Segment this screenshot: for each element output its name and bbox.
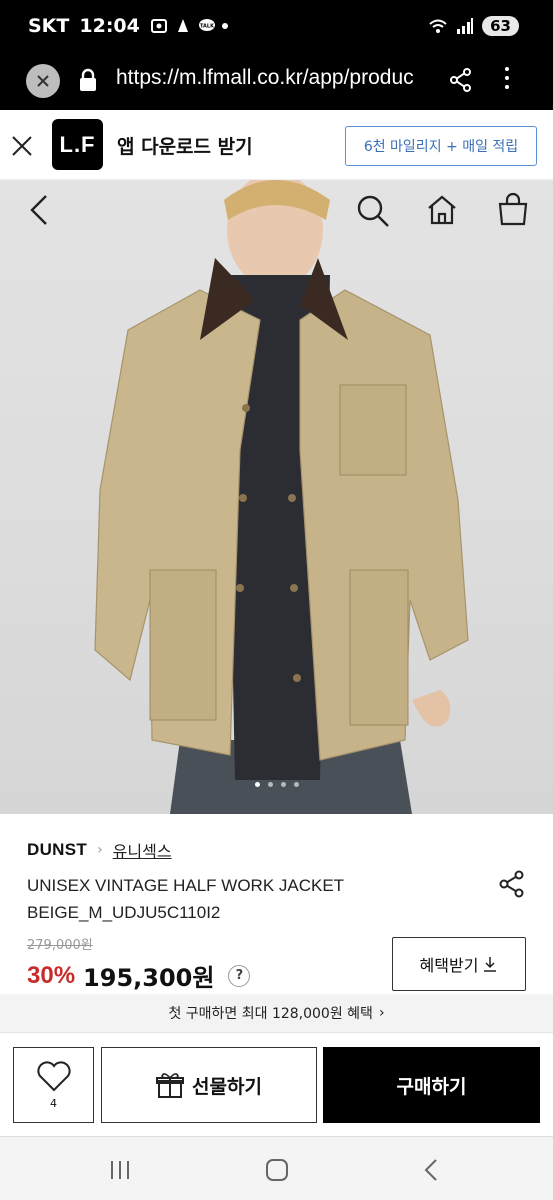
buy-button[interactable]: 구매하기 <box>323 1047 540 1123</box>
category-link[interactable]: 유니섹스 <box>113 838 172 862</box>
chevron-right-icon: › <box>378 1005 385 1021</box>
back-icon[interactable] <box>28 194 52 226</box>
android-navigation-bar <box>0 1136 553 1200</box>
gift-icon <box>156 1073 185 1098</box>
model-jacket-photo <box>94 180 469 814</box>
close-tab-button[interactable] <box>26 64 60 98</box>
like-button[interactable]: 4 <box>13 1047 94 1123</box>
sale-price: 195,300원 <box>83 964 215 992</box>
product-title: UNISEX VINTAGE HALF WORK JACKET BEIGE_M_… <box>27 876 344 922</box>
chevron-right-icon: › <box>97 842 103 858</box>
status-left: SKT 12:04 TALK <box>28 15 228 37</box>
url-field[interactable]: https://m.lfmall.co.kr/app/produc <box>116 66 432 90</box>
home-icon[interactable] <box>426 194 458 226</box>
brand-name[interactable]: DUNST <box>27 840 87 860</box>
notification-icons: TALK <box>150 17 228 35</box>
system-back-button[interactable] <box>422 1158 442 1182</box>
home-button[interactable] <box>266 1159 288 1181</box>
discount-rate: 30% <box>27 961 76 989</box>
recents-button[interactable] <box>111 1161 129 1179</box>
wifi-icon <box>429 19 447 33</box>
gift-button[interactable]: 선물하기 <box>101 1047 317 1123</box>
clock: 12:04 <box>79 15 140 37</box>
first-purchase-banner[interactable]: 첫 구매하면 최대 128,000원 혜택 › <box>0 994 553 1032</box>
lock-icon <box>80 68 96 91</box>
download-icon <box>484 957 497 972</box>
image-carousel-indicator <box>0 782 553 787</box>
benefit-button[interactable]: 혜택받기 <box>392 937 526 991</box>
talk-icon: TALK <box>198 19 215 31</box>
screenshot-icon <box>150 19 167 33</box>
product-image[interactable] <box>0 180 553 814</box>
app-notification-icon <box>177 19 188 32</box>
app-download-text[interactable]: 앱 다운로드 받기 <box>117 132 253 159</box>
gift-button-label: 선물하기 <box>192 1075 262 1098</box>
share-icon[interactable] <box>448 67 474 93</box>
more-notifications-dot <box>221 23 228 29</box>
app-download-banner: L.F 앱 다운로드 받기 6천 마일리지 + 매일 적립 <box>0 110 553 180</box>
price-help-icon[interactable]: ? <box>228 964 251 987</box>
close-banner-icon[interactable] <box>10 134 34 158</box>
brand-row: DUNST › 유니섹스 <box>27 838 172 862</box>
first-purchase-text: 첫 구매하면 최대 128,000원 혜택 <box>168 1006 373 1022</box>
more-menu-button[interactable] <box>505 67 509 89</box>
carrier: SKT <box>28 15 70 37</box>
shopping-bag-icon[interactable] <box>497 192 529 226</box>
mileage-cta-button[interactable]: 6천 마일리지 + 매일 적립 <box>345 126 537 166</box>
status-bar: SKT 12:04 TALK 63 <box>0 0 553 52</box>
lf-logo: L.F <box>52 119 103 170</box>
signal-icon <box>457 18 474 34</box>
close-icon <box>37 75 49 87</box>
like-count: 4 <box>50 1096 57 1110</box>
svg-text:TALK: TALK <box>200 24 215 30</box>
bottom-action-bar: 4 선물하기 구매하기 <box>0 1032 553 1136</box>
battery-indicator: 63 <box>482 16 519 36</box>
price-row: 30% 195,300원 ? <box>27 958 251 993</box>
status-right: 63 <box>428 16 519 36</box>
search-icon[interactable] <box>356 194 390 228</box>
browser-toolbar: https://m.lfmall.co.kr/app/produc <box>0 52 553 110</box>
heart-icon <box>36 1060 71 1091</box>
original-price: 279,000원 <box>27 938 93 953</box>
product-share-icon[interactable] <box>497 869 527 899</box>
benefit-button-label: 혜택받기 <box>419 956 479 975</box>
